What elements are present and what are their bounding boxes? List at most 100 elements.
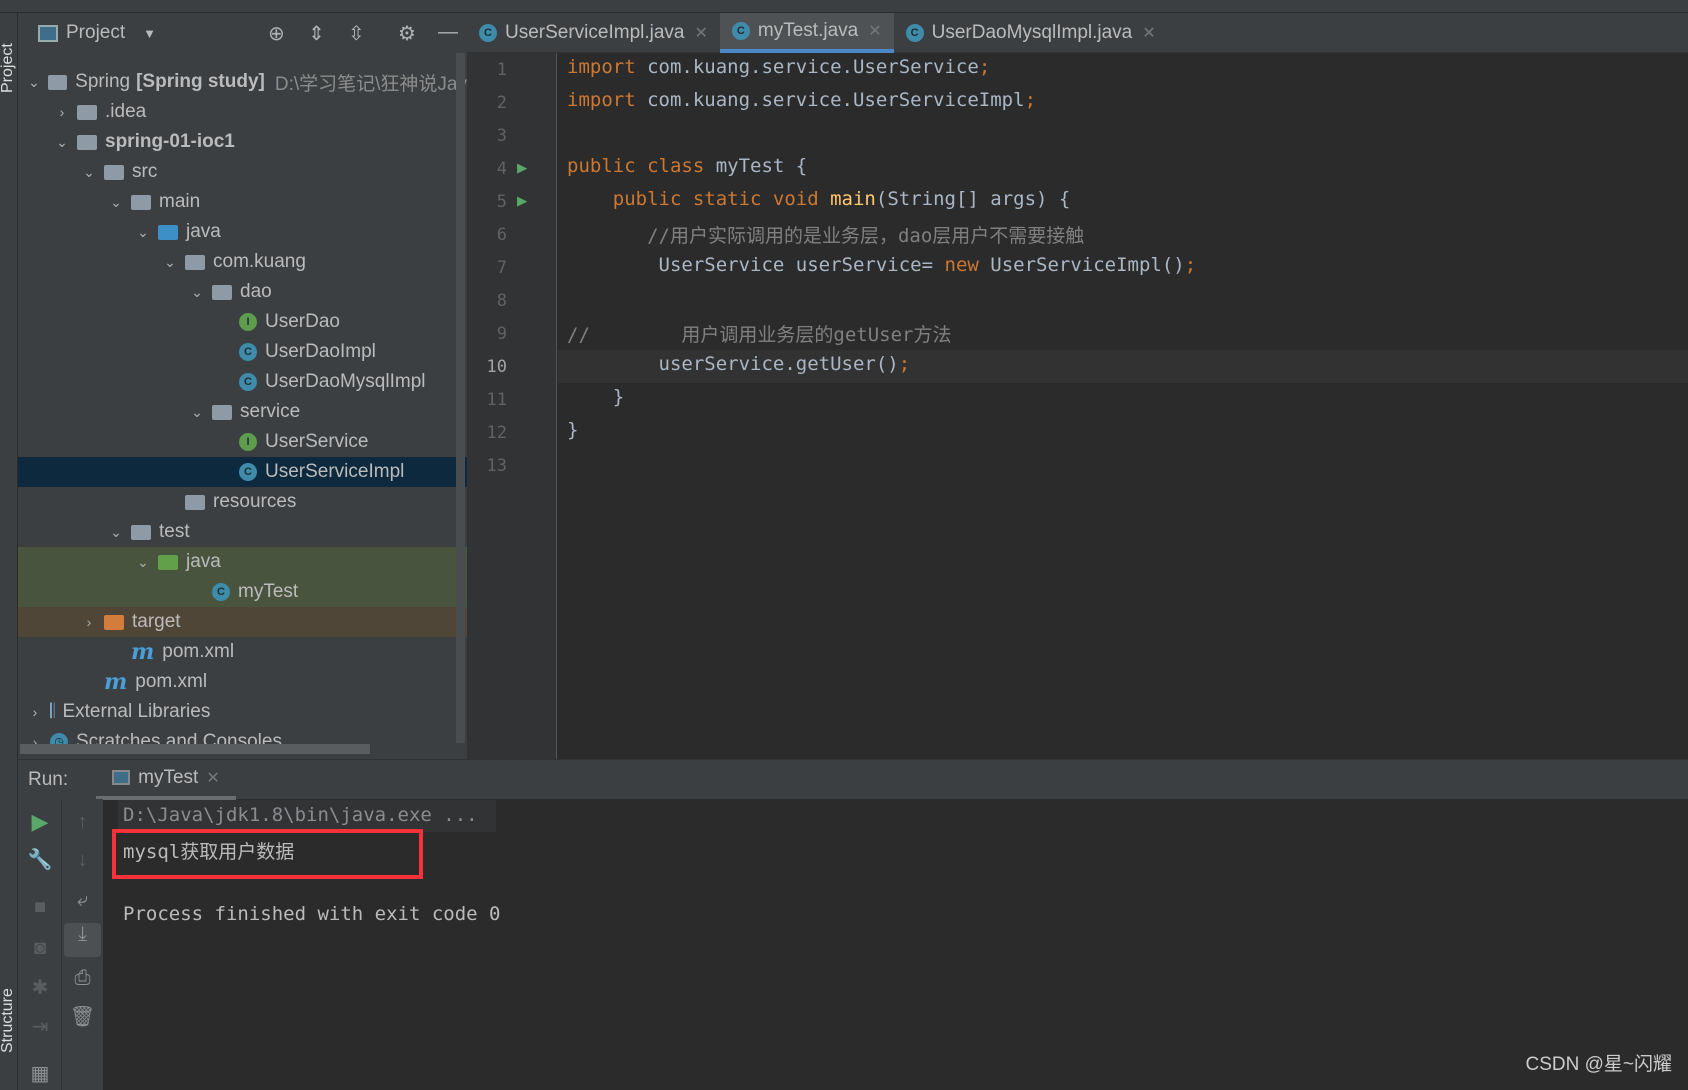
camera-icon[interactable]: ◙ bbox=[18, 937, 62, 960]
chevron-down-icon[interactable]: ⌄ bbox=[80, 164, 98, 181]
tree-item-label: myTest bbox=[238, 581, 299, 602]
chevron-down-icon[interactable]: ⌄ bbox=[134, 224, 152, 241]
project-view-icon bbox=[38, 24, 58, 42]
chevron-down-icon[interactable]: ⌄ bbox=[161, 254, 179, 271]
console-icon bbox=[112, 770, 131, 785]
folder-icon bbox=[104, 164, 124, 180]
close-icon[interactable]: ✕ bbox=[1142, 23, 1155, 43]
chevron-down-icon[interactable]: ⌄ bbox=[107, 524, 125, 541]
tree-item[interactable]: › 𝄃 External Libraries bbox=[18, 697, 467, 727]
tree-item-label: service bbox=[240, 401, 301, 422]
close-icon[interactable]: ✕ bbox=[206, 768, 219, 788]
tree-item[interactable]: ⌄ src bbox=[18, 157, 467, 187]
code-token: new bbox=[944, 254, 991, 276]
collapse-all-icon[interactable]: ⇳ bbox=[348, 21, 365, 46]
run-tab-mytest[interactable]: myTest ✕ bbox=[96, 760, 236, 800]
gear-icon[interactable]: ⚙ bbox=[398, 21, 416, 46]
code-token: UserServiceImpl() bbox=[990, 254, 1185, 276]
layout-icon[interactable]: ▦ bbox=[18, 1061, 62, 1086]
code-line: userService.getUser(); bbox=[567, 353, 911, 375]
code-line: public class myTest { bbox=[567, 155, 807, 177]
line-number: 9 bbox=[496, 324, 507, 344]
tree-item-label: UserServiceImpl bbox=[265, 461, 405, 482]
tree-item-label: External Libraries bbox=[62, 701, 211, 722]
run-tab-label: myTest bbox=[138, 766, 199, 788]
title-bar bbox=[0, 0, 1688, 13]
arrow-down-icon[interactable]: ↓ bbox=[62, 849, 103, 872]
tree-item-label: test bbox=[159, 521, 190, 542]
tree-item[interactable]: C UserServiceImpl bbox=[18, 457, 467, 487]
tree-item[interactable]: C UserDaoMysqlImpl bbox=[18, 367, 467, 397]
tree-item[interactable]: resources bbox=[18, 487, 467, 517]
tree-item[interactable]: ⌄ java bbox=[18, 217, 467, 247]
tree-item-label: UserDaoImpl bbox=[265, 341, 376, 362]
scroll-to-end-icon[interactable]: ⤓ bbox=[64, 923, 101, 957]
wrench-icon[interactable]: 🔧 bbox=[18, 847, 62, 872]
side-tab-structure[interactable]: Structure bbox=[0, 988, 17, 1053]
chevron-down-icon[interactable]: ⌄ bbox=[134, 554, 152, 571]
chevron-down-icon[interactable]: ▼ bbox=[143, 26, 156, 41]
line-number: 5 bbox=[496, 192, 507, 212]
stop-icon[interactable]: ■ bbox=[18, 896, 62, 919]
project-title[interactable]: Project bbox=[66, 22, 125, 44]
editor-tab[interactable]: CmyTest.java ✕ bbox=[719, 13, 894, 53]
chevron-right-icon[interactable]: › bbox=[80, 614, 98, 630]
run-tab-bar: Run: myTest ✕ bbox=[18, 759, 1688, 800]
arrow-up-icon[interactable]: ↑ bbox=[62, 811, 103, 834]
tree-item[interactable]: I UserDao bbox=[18, 307, 467, 337]
chevron-down-icon[interactable]: ⌄ bbox=[188, 404, 206, 421]
line-number: 13 bbox=[486, 456, 507, 476]
editor-tab[interactable]: C UserDaoMysqlImpl.java ✕ bbox=[894, 13, 1168, 53]
class-icon: C bbox=[479, 24, 497, 42]
trash-icon[interactable]: 🗑 bbox=[62, 1004, 103, 1029]
tree-item[interactable]: ⌄ main bbox=[18, 187, 467, 217]
tree-item[interactable]: ⌄ Spring [Spring study] D:\学习笔记\狂神说Jav bbox=[18, 67, 467, 97]
tree-item[interactable]: ⌄ service bbox=[18, 397, 467, 427]
chevron-down-icon[interactable]: ⌄ bbox=[188, 284, 206, 301]
tree-item[interactable]: ⌄ dao bbox=[18, 277, 467, 307]
run-label: Run: bbox=[28, 768, 69, 790]
line-number: 4 bbox=[496, 159, 507, 179]
tree-item[interactable]: m pom.xml bbox=[18, 637, 467, 667]
rerun-icon[interactable]: ▶ bbox=[18, 809, 62, 835]
chevron-down-icon[interactable]: ⌄ bbox=[107, 194, 125, 211]
tree-item[interactable]: › .idea bbox=[18, 97, 467, 127]
project-name: [Spring study] bbox=[136, 71, 265, 92]
chevron-down-icon[interactable]: ⌄ bbox=[53, 134, 71, 151]
chevron-right-icon[interactable]: › bbox=[26, 704, 44, 720]
login-icon[interactable]: ⇥ bbox=[18, 1014, 62, 1039]
expand-all-icon[interactable]: ⇕ bbox=[308, 21, 325, 46]
chevron-right-icon[interactable]: › bbox=[53, 104, 71, 120]
chevron-down-icon[interactable]: ⌄ bbox=[26, 74, 43, 91]
close-icon[interactable]: ✕ bbox=[695, 23, 708, 43]
tree-item[interactable]: ⌄ com.kuang bbox=[18, 247, 467, 277]
code-token: } bbox=[567, 386, 625, 408]
line-number: 10 bbox=[486, 357, 507, 377]
run-gutter-icon[interactable]: ▶ bbox=[517, 158, 537, 178]
tree-item[interactable]: C UserDaoImpl bbox=[18, 337, 467, 367]
run-gutter-icon[interactable]: ▶ bbox=[517, 191, 537, 211]
tree-item[interactable]: CmyTest bbox=[18, 577, 467, 607]
tree-item[interactable]: ⌄ java bbox=[18, 547, 467, 577]
tree-item[interactable]: I UserService bbox=[18, 427, 467, 457]
close-icon[interactable]: ✕ bbox=[868, 21, 881, 41]
class-icon: C bbox=[212, 583, 230, 601]
locate-icon[interactable]: ⊕ bbox=[268, 21, 285, 46]
side-tab-project[interactable]: Project bbox=[0, 43, 17, 93]
hide-icon[interactable]: — bbox=[438, 21, 458, 44]
debug-icon[interactable]: ✱ bbox=[18, 975, 62, 1000]
editor-tab[interactable]: C UserServiceImpl.java ✕ bbox=[467, 13, 720, 53]
code-token: com.kuang.service.UserService bbox=[647, 56, 979, 78]
tree-item[interactable]: ⌄ spring-01-ioc1 bbox=[18, 127, 467, 157]
horizontal-scrollbar[interactable] bbox=[20, 744, 370, 754]
tree-item[interactable]: › target bbox=[18, 607, 467, 637]
code-line: } bbox=[567, 386, 624, 408]
package-icon bbox=[212, 284, 232, 300]
print-icon[interactable]: ⎙ bbox=[62, 967, 103, 990]
vertical-scrollbar[interactable] bbox=[456, 53, 465, 743]
tree-item[interactable]: ⌄ test bbox=[18, 517, 467, 547]
code-token: userService.getUser() bbox=[567, 353, 899, 375]
soft-wrap-icon[interactable]: ⤶ bbox=[62, 889, 103, 912]
tree-item[interactable]: m pom.xml bbox=[18, 667, 467, 697]
